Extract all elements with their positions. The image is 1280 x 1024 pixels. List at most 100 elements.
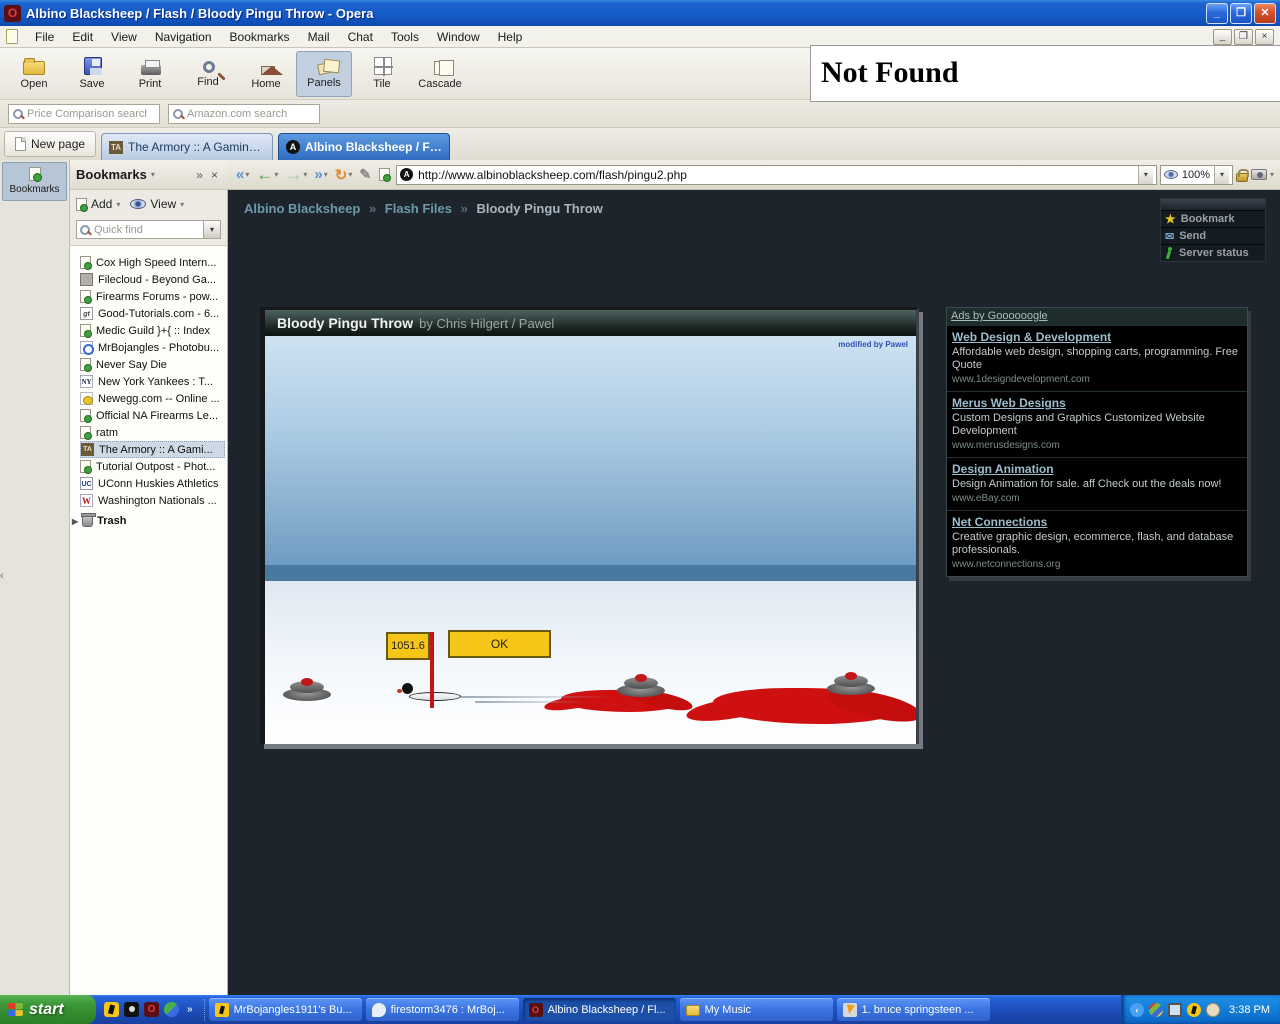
address-field[interactable]: A ▾ [396,164,1157,185]
minimize-button[interactable]: _ [1206,2,1228,24]
save-button[interactable]: Save [64,51,120,97]
opera-quicklaunch-icon[interactable]: O [144,1002,159,1017]
panel-title-dropdown[interactable]: ▾ [151,170,155,179]
ads-header-link[interactable]: Ads by Goooooogle [947,308,1247,325]
task-albino-blacksheep[interactable]: O Albino Blacksheep / Fl... [522,998,676,1021]
start-button[interactable]: start [0,995,96,1024]
dropdown-icon[interactable]: ▾ [303,170,307,179]
close-button[interactable]: ✕ [1254,2,1276,24]
breadcrumb-link-flash[interactable]: Flash Files [385,201,452,216]
ad-title-link[interactable]: Design Animation [952,462,1242,476]
print-preview-icon[interactable] [1250,169,1267,180]
task-mrbojangles[interactable]: MrBojangles1911's Bu... [208,998,362,1021]
print-button[interactable]: Print [122,51,178,97]
server-status-action[interactable]: Server status [1161,244,1265,261]
steam-quicklaunch-icon[interactable] [124,1002,139,1017]
menu-help[interactable]: Help [489,27,532,47]
trash-item[interactable]: ▶ Trash [72,513,225,527]
bookmark-item[interactable]: Firearms Forums - pow... [80,288,225,305]
security-lock-icon[interactable] [1235,168,1249,182]
scheduler-tray-icon[interactable] [1206,1002,1221,1017]
bookmark-item[interactable]: gt Good-Tutorials.com - 6... [80,305,225,322]
menu-view[interactable]: View [102,27,146,47]
bookmark-item[interactable]: W Washington Nationals ... [80,492,225,509]
rewind-button[interactable]: « ▾ [234,166,251,183]
mdi-minimize-button[interactable]: _ [1213,28,1232,45]
back-button[interactable]: ← ▾ [254,165,280,185]
bookmark-item[interactable]: UC UConn Huskies Athletics [80,475,225,492]
panel-close-button[interactable]: × [207,168,222,182]
ad-title-link[interactable]: Web Design & Development [952,330,1242,344]
task-winamp[interactable]: 1. bruce springsteen ... [836,998,990,1021]
panels-button[interactable]: Panels [296,50,352,97]
home-button[interactable]: Home [238,51,294,97]
msn-tray-icon[interactable] [1149,1002,1164,1017]
find-button[interactable]: Find [180,51,236,97]
bookmark-item-selected[interactable]: TA The Armory :: A Gami... [80,441,225,458]
tile-button[interactable]: Tile [354,51,410,97]
bookmark-action[interactable]: ★ Bookmark [1161,210,1265,227]
menu-edit[interactable]: Edit [63,27,102,47]
edit-page-button[interactable]: ✎ [357,166,373,183]
reload-button[interactable]: ↻ ▾ [333,166,355,184]
ad-title-link[interactable]: Net Connections [952,515,1242,529]
send-action[interactable]: ✉ Send [1161,227,1265,244]
expander-icon[interactable]: ▶ [72,517,78,526]
tab-the-armory[interactable]: TA The Armory :: A Gaming C... [101,133,274,160]
forward-button[interactable]: → ▾ [283,165,309,185]
bookmark-item[interactable]: Medic Guild }+{ :: Index [80,322,225,339]
tab-albino-blacksheep[interactable]: A Albino Blacksheep / Flash /... [278,133,451,160]
fast-forward-button[interactable]: » ▾ [312,166,329,183]
quick-find-box[interactable] [76,220,204,239]
flash-game-canvas[interactable]: modified by Pawel 1051.6 OK [265,336,916,744]
bookmark-item[interactable]: Newegg.com -- Online ... [80,390,225,407]
panel-expand-button[interactable]: » [192,168,207,182]
dropdown-icon[interactable]: ▾ [180,200,184,209]
url-input[interactable] [418,167,1133,182]
dropdown-icon[interactable]: ▾ [274,170,278,179]
bookmark-item[interactable]: MrBojangles - Photobu... [80,339,225,356]
panel-collapse-handle[interactable]: ‹ [0,565,8,587]
mdi-restore-button[interactable]: ❐ [1234,28,1253,45]
ad-title-link[interactable]: Merus Web Designs [952,396,1242,410]
dropdown-icon[interactable]: ▾ [324,170,328,179]
view-button[interactable]: View ▾ [130,197,184,211]
add-bookmark-icon[interactable] [379,168,392,182]
aim-quicklaunch-icon[interactable] [104,1002,119,1017]
menu-tools[interactable]: Tools [382,27,428,47]
task-firestorm[interactable]: firestorm3476 : MrBoj... [365,998,519,1021]
menu-mail[interactable]: Mail [299,27,339,47]
dropdown-icon[interactable]: ▾ [348,170,352,179]
menu-chat[interactable]: Chat [339,27,382,47]
address-dropdown-button[interactable]: ▾ [1137,165,1153,184]
amazon-searchbox[interactable] [168,103,320,124]
zoom-dropdown-button[interactable]: ▾ [1213,165,1229,184]
dropdown-icon[interactable]: ▾ [1270,170,1274,179]
quick-find-input[interactable] [94,223,184,236]
menu-bookmarks[interactable]: Bookmarks [221,27,299,47]
aim-tray-icon[interactable] [1187,1002,1202,1017]
menu-window[interactable]: Window [428,27,489,47]
dropdown-icon[interactable]: ▾ [116,200,120,209]
display-tray-icon[interactable] [1168,1002,1183,1017]
quicklaunch-overflow-button[interactable]: » [184,1004,196,1015]
bookmarks-panel-selector[interactable]: Bookmarks [2,162,67,201]
open-button[interactable]: Open [6,51,62,97]
amazon-search-input[interactable] [187,107,307,120]
new-page-button[interactable]: New page [4,131,97,157]
quick-find-dropdown[interactable]: ▾ [204,220,221,239]
mdi-close-button[interactable]: × [1255,28,1274,45]
bookmark-item[interactable]: NY New York Yankees : T... [80,373,225,390]
cascade-button[interactable]: Cascade [412,51,468,97]
zoom-control[interactable]: 100% ▾ [1159,164,1233,185]
add-bookmark-button[interactable]: Add ▾ [76,197,120,212]
bookmark-item[interactable]: Never Say Die [80,356,225,373]
tray-collapse-icon[interactable]: ‹ [1130,1002,1145,1017]
bookmark-item[interactable]: Official NA Firearms Le... [80,407,225,424]
breadcrumb-link-home[interactable]: Albino Blacksheep [244,201,360,216]
bookmark-item[interactable]: ratm [80,424,225,441]
price-comparison-searchbox[interactable] [8,103,160,124]
msn-quicklaunch-icon[interactable] [164,1002,179,1017]
restore-button[interactable]: ❐ [1230,2,1252,24]
menu-file[interactable]: File [26,27,63,47]
